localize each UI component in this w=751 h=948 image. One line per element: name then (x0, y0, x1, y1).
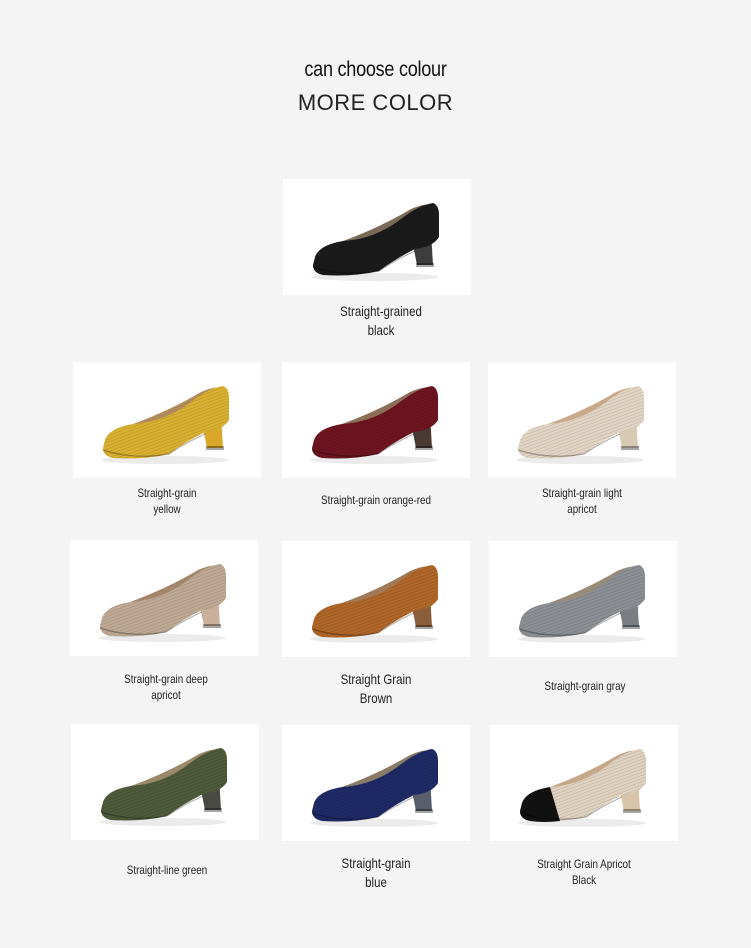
product-card-gray[interactable] (489, 541, 677, 657)
shoe-image (516, 386, 644, 464)
product-label: Straight Grain Brown (340, 671, 412, 706)
product-card-apricot-black[interactable] (490, 725, 678, 841)
shoe-image (98, 564, 226, 642)
product-label: Straight-grain yellow (137, 486, 197, 517)
product-card-green[interactable] (71, 724, 259, 840)
shoe-image (517, 565, 645, 643)
heel-tip (206, 446, 224, 450)
product-card-yellow[interactable] (73, 362, 261, 478)
product-card-orange-red[interactable] (282, 362, 470, 478)
heel-tip (415, 809, 433, 813)
heel-tip (203, 624, 221, 628)
heel-tip (415, 625, 433, 629)
shoe-image (518, 749, 646, 827)
heel-tip (415, 446, 433, 450)
shoe-image (310, 565, 438, 643)
header-subtitle: can choose colour (304, 58, 447, 81)
product-label: Straight Grain Apricot Black (537, 857, 631, 888)
heel-tip (621, 446, 639, 450)
product-label: Straight-grained black (340, 303, 422, 338)
product-card-deep-apricot[interactable] (70, 540, 258, 656)
product-label: Straight-grain blue (341, 855, 411, 890)
product-label: Straight-grain orange-red (321, 493, 431, 507)
product-label: Straight-grain deep apricot (124, 672, 208, 703)
product-label: Straight-line green (126, 863, 208, 877)
header-title: MORE COLOR (297, 90, 454, 115)
shoe-image (101, 386, 229, 464)
shoe-image (311, 203, 439, 281)
shoe-image (99, 748, 227, 826)
product-card-light-apricot[interactable] (488, 362, 676, 478)
shoe-image (310, 749, 438, 827)
product-card-brown[interactable] (282, 541, 470, 657)
heel-tip (623, 809, 641, 813)
product-label: Straight-grain gray (544, 679, 626, 693)
product-label: Straight-grain light apricot (542, 486, 622, 517)
product-card-black[interactable] (283, 179, 471, 295)
shoe-image (310, 386, 438, 464)
heel-tip (622, 625, 640, 629)
heel-tip (416, 263, 434, 267)
product-card-blue[interactable] (282, 725, 470, 841)
heel-tip (204, 808, 222, 812)
